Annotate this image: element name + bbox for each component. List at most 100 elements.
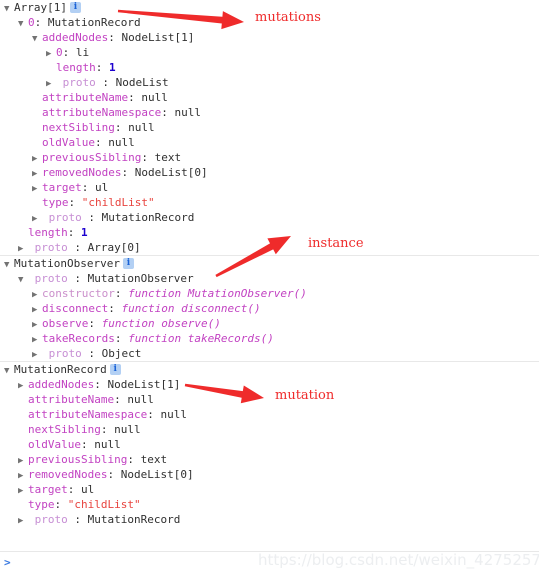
info-icon[interactable]: i bbox=[69, 1, 81, 13]
property-value: : bbox=[62, 46, 76, 59]
console-tree-row[interactable]: ▼ addedNodes: NodeList[1] bbox=[0, 30, 539, 45]
property-value: NodeList[1] bbox=[107, 378, 181, 391]
property-name: addedNodes bbox=[42, 31, 109, 44]
property-value: : bbox=[94, 136, 109, 149]
console-tree-row[interactable]: ▶ proto : NodeList bbox=[0, 75, 539, 90]
property-name: takeRecords bbox=[42, 332, 115, 345]
numeric-value: 1 bbox=[81, 226, 88, 239]
console-tree-row[interactable]: ▶attributeNamespace: null bbox=[0, 105, 539, 120]
console-tree-row[interactable]: ▼ MutationRecord i bbox=[0, 362, 539, 377]
console-tree-row[interactable]: ▶ takeRecords: function takeRecords() bbox=[0, 331, 539, 346]
property-value: : bbox=[88, 347, 102, 360]
property-name: previousSibling bbox=[28, 453, 128, 466]
property-value: : bbox=[34, 16, 48, 29]
console-tree-row[interactable]: ▶ proto : MutationRecord bbox=[0, 512, 539, 527]
console-tree-row[interactable]: ▶nextSibling: null bbox=[0, 422, 539, 437]
property-value: MutationRecord bbox=[14, 363, 107, 376]
disclosure-triangle-collapsed-icon[interactable]: ▶ bbox=[18, 514, 28, 529]
group-array: ▼ Array[1] i ▼ 0: MutationRecord ▼ addedNodes:… bbox=[0, 0, 539, 255]
console-tree-row[interactable]: ▶ target: ul bbox=[0, 180, 539, 195]
property-value: null bbox=[174, 106, 201, 119]
console-tree-row[interactable]: ▶ proto : Array[0] bbox=[0, 240, 539, 255]
numeric-value: 1 bbox=[109, 61, 116, 74]
property-value: null bbox=[141, 91, 168, 104]
property-value: : bbox=[147, 408, 161, 421]
property-value: text bbox=[140, 453, 168, 466]
console-tree-row[interactable]: ▶ 0: li bbox=[0, 45, 539, 60]
console-tree-row[interactable]: ▶attributeNamespace: null bbox=[0, 407, 539, 422]
console-tree-row[interactable]: ▶attributeName: null bbox=[0, 90, 539, 105]
property-value: : bbox=[121, 166, 135, 179]
console-tree-row[interactable]: ▶ proto : MutationRecord bbox=[0, 210, 539, 225]
function-value: function bbox=[128, 287, 188, 300]
property-name: attributeName bbox=[28, 393, 115, 406]
property-name: previousSibling bbox=[42, 151, 142, 164]
console-tree-row[interactable]: ▶oldValue: null bbox=[0, 135, 539, 150]
property-value: : bbox=[100, 423, 115, 436]
console-tree-row[interactable]: ▶ disconnect: function disconnect() bbox=[0, 301, 539, 316]
console-tree-row[interactable]: ▶ addedNodes: NodeList[1] bbox=[0, 377, 539, 392]
property-value: : bbox=[74, 513, 88, 526]
property-name: oldValue bbox=[28, 438, 81, 451]
function-value: observe() bbox=[161, 317, 221, 330]
console-tree-row[interactable]: ▶type: "childList" bbox=[0, 195, 539, 210]
property-value: : bbox=[161, 106, 175, 119]
console-tree-row[interactable]: ▶ previousSibling: text bbox=[0, 150, 539, 165]
property-name: attributeNamespace bbox=[42, 106, 162, 119]
console-tree-row[interactable]: ▶ previousSibling: text bbox=[0, 452, 539, 467]
console-tree-row[interactable]: ▶ target: ul bbox=[0, 482, 539, 497]
console-tree-row[interactable]: ▼ MutationObserver i bbox=[0, 256, 539, 271]
property-name: target bbox=[28, 483, 68, 496]
prompt-chevron-icon: > bbox=[4, 556, 11, 569]
property-value: : bbox=[128, 91, 142, 104]
property-value: Array[0] bbox=[87, 241, 141, 254]
property-value: : bbox=[114, 287, 129, 300]
property-value: MutationRecord bbox=[87, 513, 181, 526]
console-tree-row[interactable]: ▶length: 1 bbox=[0, 225, 539, 240]
function-value: function bbox=[121, 302, 182, 315]
console-tree-row[interactable]: ▶nextSibling: null bbox=[0, 120, 539, 135]
property-value: : bbox=[114, 121, 129, 134]
info-icon[interactable]: i bbox=[109, 363, 121, 375]
property-name: constructor bbox=[42, 287, 115, 300]
property-value: : bbox=[108, 31, 122, 44]
console-tree-row[interactable]: ▶type: "childList" bbox=[0, 497, 539, 512]
property-value: MutationRecord bbox=[47, 16, 141, 29]
property-name: length bbox=[56, 61, 96, 74]
console-tree-row[interactable]: ▶length: 1 bbox=[0, 60, 539, 75]
console-tree-row[interactable]: ▶ proto : Object bbox=[0, 346, 539, 361]
property-name: oldValue bbox=[42, 136, 95, 149]
property-name: addedNodes bbox=[28, 378, 95, 391]
property-value: text bbox=[154, 151, 182, 164]
function-value: MutationObserver() bbox=[187, 287, 307, 300]
console-tree-row[interactable]: ▶attributeName: null bbox=[0, 392, 539, 407]
property-value: : bbox=[94, 378, 108, 391]
console-tree-row[interactable]: ▶ removedNodes: NodeList[0] bbox=[0, 467, 539, 482]
console-tree-row[interactable]: ▶ constructor: function MutationObserver(… bbox=[0, 286, 539, 301]
property-value: : bbox=[107, 468, 121, 481]
property-value: : bbox=[68, 196, 82, 209]
string-value: "childList" bbox=[67, 498, 141, 511]
property-value: : bbox=[80, 438, 95, 451]
console-tree-row[interactable]: ▶ removedNodes: NodeList[0] bbox=[0, 165, 539, 180]
property-name: 0 bbox=[56, 46, 63, 59]
property-value: NodeList[0] bbox=[120, 468, 194, 481]
console-output-panel[interactable]: ▼ Array[1] i ▼ 0: MutationRecord ▼ addedNodes:… bbox=[0, 0, 539, 527]
property-value: MutationRecord bbox=[101, 211, 195, 224]
property-value: NodeList[0] bbox=[134, 166, 208, 179]
property-value: : bbox=[127, 453, 141, 466]
function-value: function bbox=[128, 332, 188, 345]
property-name: length bbox=[28, 226, 68, 239]
proto-label: proto bbox=[28, 241, 75, 254]
property-value: : bbox=[114, 332, 129, 345]
console-tree-row[interactable]: ▶oldValue: null bbox=[0, 437, 539, 452]
console-tree-row[interactable]: ▶ observe: function observe() bbox=[0, 316, 539, 331]
property-value: Array[1] bbox=[14, 1, 67, 14]
property-value: : bbox=[88, 211, 102, 224]
property-name: type bbox=[28, 498, 55, 511]
proto-label: proto bbox=[28, 513, 75, 526]
info-icon[interactable]: i bbox=[122, 257, 134, 269]
property-value: ul bbox=[95, 181, 109, 194]
property-value: NodeList bbox=[115, 76, 169, 89]
console-tree-row[interactable]: ▼ proto : MutationObserver bbox=[0, 271, 539, 286]
